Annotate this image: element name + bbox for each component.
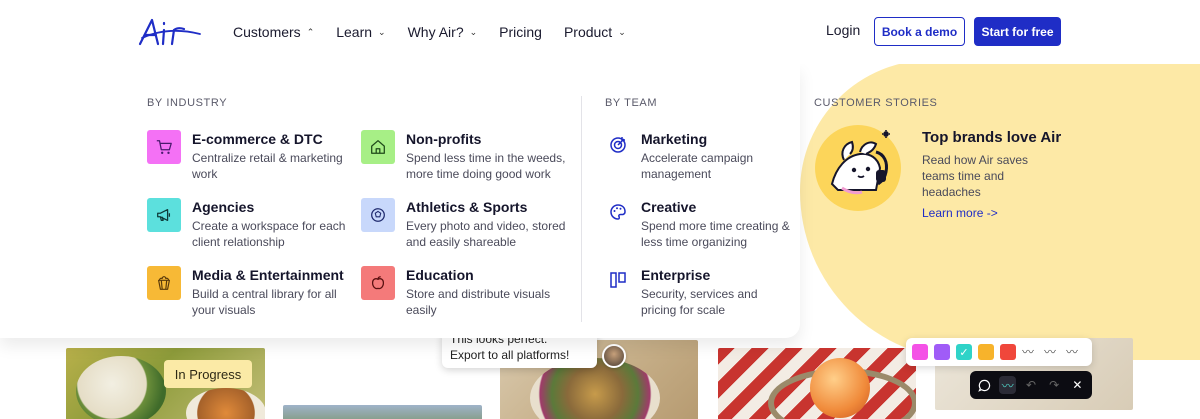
menu-item-ecommerce[interactable]: E-commerce & DTC Centralize retail & mar… — [147, 130, 343, 182]
avatar — [602, 344, 626, 368]
nav-pricing[interactable]: Pricing — [499, 24, 542, 40]
nav-learn[interactable]: Learn ⌄ — [336, 24, 385, 40]
comment-icon[interactable] — [976, 376, 993, 394]
nav-product[interactable]: Product ⌄ — [564, 24, 626, 40]
menu-item-marketing[interactable]: Marketing Accelerate campaign management — [606, 130, 753, 182]
customer-story-title: Top brands love Air — [922, 129, 1062, 146]
menu-item-title: Media & Entertainment — [192, 267, 344, 283]
air-logo[interactable] — [138, 16, 204, 48]
draw-icon[interactable]: 〰 — [999, 376, 1017, 394]
chevron-down-icon: ⌄ — [378, 26, 386, 37]
menu-item-desc: Security, services and — [641, 287, 758, 301]
nav-pricing-label: Pricing — [499, 24, 542, 40]
target-icon — [606, 132, 630, 156]
menu-item-desc: Accelerate campaign — [641, 151, 754, 165]
menu-item-desc: Every photo and video, stored — [406, 219, 566, 233]
menu-item-desc: more time doing good work — [406, 167, 551, 181]
menu-item-title: Enterprise — [641, 267, 711, 283]
menu-item-creative[interactable]: Creative Spend more time creating & less… — [606, 198, 790, 250]
menu-item-desc: Spend more time creating & — [641, 219, 790, 233]
customer-story-desc: Read how Air saves teams time and headac… — [922, 153, 1029, 199]
swatch-purple[interactable] — [934, 344, 950, 360]
swatch-red[interactable] — [1000, 344, 1016, 360]
menu-item-education[interactable]: Education Store and distribute visuals e… — [361, 266, 550, 318]
building-icon — [606, 268, 630, 292]
status-badge: In Progress — [164, 360, 252, 388]
menu-item-desc: work — [192, 167, 218, 181]
start-free-button[interactable]: Start for free — [974, 17, 1061, 46]
menu-item-enterprise[interactable]: Enterprise Security, services and pricin… — [606, 266, 758, 318]
learn-more-link[interactable]: Learn more -> — [922, 206, 998, 220]
undo-icon[interactable]: ↶ — [1022, 376, 1039, 394]
menu-item-title: Non-profits — [406, 131, 482, 147]
menu-item-desc: management — [641, 167, 712, 181]
ball-icon — [361, 198, 395, 232]
site-header: Customers ⌃ Learn ⌄ Why Air? ⌄ Pricing P… — [0, 0, 1200, 64]
menu-item-desc: easily — [406, 303, 437, 317]
menu-item-athletics[interactable]: Athletics & Sports Every photo and video… — [361, 198, 565, 250]
nav-product-label: Product — [563, 24, 613, 40]
popcorn-icon — [147, 266, 181, 300]
menu-item-title: Agencies — [192, 199, 255, 215]
section-heading-team: BY TEAM — [605, 97, 658, 109]
menu-item-desc: less time organizing — [641, 235, 748, 249]
color-swatch-toolbar: ✓ 〰 〰 〰 — [906, 338, 1092, 366]
login-link[interactable]: Login — [826, 22, 860, 38]
nav-why-air-label: Why Air? — [407, 24, 464, 40]
stroke-thin-icon[interactable]: 〰 — [1022, 346, 1038, 358]
nav-customers[interactable]: Customers ⌃ — [233, 24, 314, 40]
section-heading-stories: CUSTOMER STORIES — [814, 97, 938, 109]
house-icon — [361, 130, 395, 164]
swatch-pink[interactable] — [912, 344, 928, 360]
chevron-down-icon: ⌄ — [618, 26, 626, 37]
menu-item-desc: Spend less time in the weeds, — [406, 151, 566, 165]
swatch-teal[interactable]: ✓ — [956, 344, 972, 360]
menu-item-desc: your visuals — [192, 303, 256, 317]
palette-icon — [606, 200, 630, 224]
menu-item-title: Marketing — [641, 131, 708, 147]
redo-icon[interactable]: ↷ — [1046, 376, 1063, 394]
cart-icon — [147, 130, 181, 164]
stroke-medium-icon[interactable]: 〰 — [1044, 346, 1060, 358]
photo-peach — [718, 348, 916, 419]
menu-item-desc: Centralize retail & marketing — [192, 151, 343, 165]
swatch-orange[interactable] — [978, 344, 994, 360]
drawing-toolbar: 〰 ↶ ↷ ✕ — [970, 371, 1092, 399]
customer-story-illustration[interactable] — [814, 124, 902, 212]
nav-why-air[interactable]: Why Air? ⌄ — [408, 24, 478, 40]
stroke-thick-icon[interactable]: 〰 — [1066, 346, 1082, 358]
close-icon[interactable]: ✕ — [1069, 376, 1086, 394]
column-divider — [581, 96, 582, 322]
nav-customers-label: Customers — [233, 24, 301, 40]
menu-item-nonprofits[interactable]: Non-profits Spend less time in the weeds… — [361, 130, 565, 182]
chevron-up-icon: ⌃ — [306, 26, 315, 37]
comment-line-2: Export to all platforms! — [450, 348, 570, 362]
menu-item-title: E-commerce & DTC — [192, 131, 323, 147]
menu-item-desc: Create a workspace for each — [192, 219, 346, 233]
photo-landscape — [283, 405, 482, 419]
menu-item-desc: Build a central library for all — [192, 287, 337, 301]
section-heading-industry: BY INDUSTRY — [147, 97, 228, 109]
menu-item-title: Athletics & Sports — [406, 199, 528, 215]
chevron-down-icon: ⌄ — [469, 26, 478, 37]
menu-item-desc: client relationship — [192, 235, 285, 249]
menu-item-agencies[interactable]: Agencies Create a workspace for each cli… — [147, 198, 345, 250]
nav-learn-label: Learn — [336, 24, 373, 40]
menu-item-desc: and easily shareable — [406, 235, 517, 249]
menu-item-desc: Store and distribute visuals — [406, 287, 551, 301]
megaphone-icon — [147, 198, 181, 232]
menu-item-media[interactable]: Media & Entertainment Build a central li… — [147, 266, 344, 318]
main-nav: Customers ⌃ Learn ⌄ Why Air? ⌄ Pricing P… — [233, 0, 648, 64]
menu-item-title: Creative — [641, 199, 697, 215]
menu-item-title: Education — [406, 267, 474, 283]
book-demo-button[interactable]: Book a demo — [874, 17, 965, 46]
apple-icon — [361, 266, 395, 300]
menu-item-desc: pricing for scale — [641, 303, 726, 317]
